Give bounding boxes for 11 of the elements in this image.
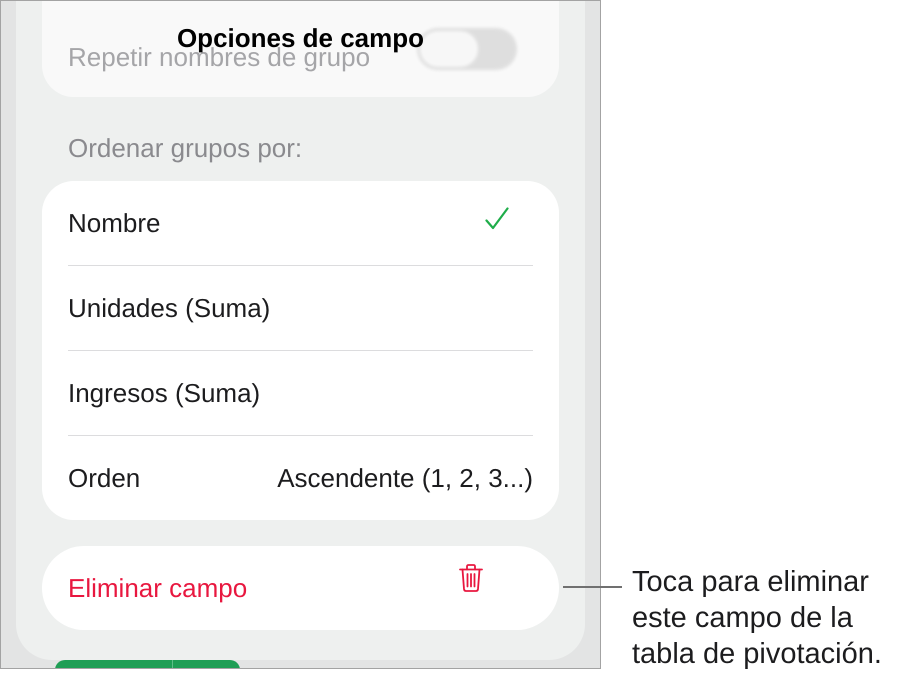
order-value: Ascendente (1, 2, 3...) bbox=[277, 462, 533, 494]
trash-icon bbox=[459, 564, 483, 592]
delete-field-button[interactable]: Eliminar campo bbox=[42, 546, 559, 630]
order-row[interactable]: Orden Ascendente (1, 2, 3...) bbox=[42, 436, 559, 520]
sort-groups-heading: Ordenar grupos por: bbox=[68, 132, 302, 164]
callout-text: Toca para eliminar este campo de la tabla de pivotación. bbox=[632, 565, 883, 672]
sort-option[interactable]: Ingresos (Suma) bbox=[42, 351, 559, 435]
sort-option[interactable]: Nombre bbox=[42, 181, 559, 265]
checkmark-icon bbox=[485, 206, 509, 230]
sort-option[interactable]: Unidades (Suma) bbox=[42, 266, 559, 350]
leader-line bbox=[563, 586, 622, 588]
